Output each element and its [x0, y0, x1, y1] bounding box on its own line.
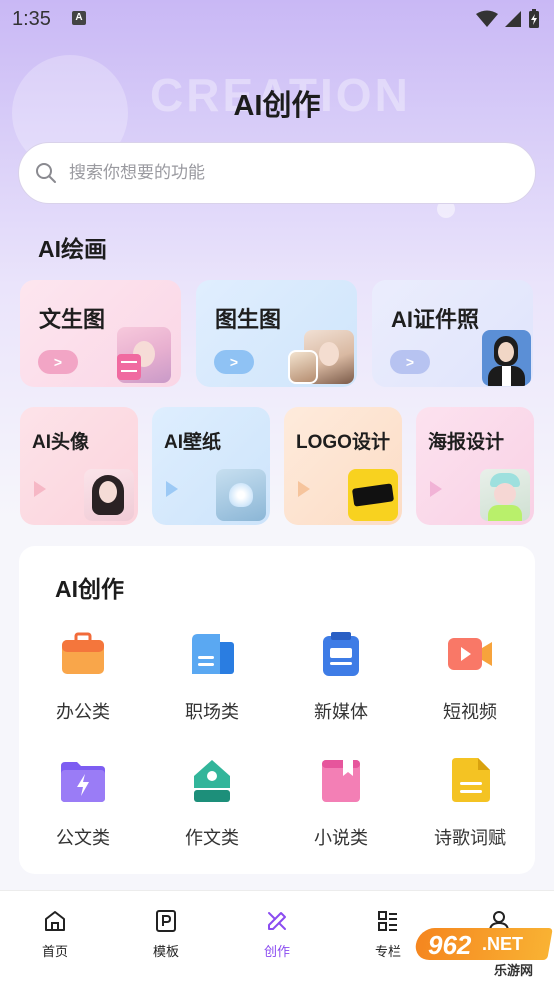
ai-creation-panel: AI创作 办公类 职场类 新媒体 短视频 公文类 作文类 小说类 诗歌词赋	[19, 546, 535, 874]
logo-subtitle: 乐游网	[494, 963, 534, 978]
search-input[interactable]	[69, 163, 469, 183]
card-text-to-image[interactable]: 文生图 >	[20, 280, 181, 387]
creation-item-novel[interactable]: 小说类	[286, 756, 396, 850]
card-image-to-image[interactable]: 图生图 >	[196, 280, 357, 387]
play-icon	[34, 481, 46, 497]
creation-item-essay[interactable]: 作文类	[157, 756, 267, 850]
status-icons	[476, 9, 540, 29]
folder-bolt-icon	[59, 756, 107, 804]
poster-thumbnail	[480, 469, 530, 521]
card-label: 图生图	[215, 307, 282, 332]
creation-item-official-document[interactable]: 公文类	[28, 756, 138, 850]
column-icon	[378, 911, 397, 931]
play-icon	[166, 481, 178, 497]
arrow-icon: >	[214, 350, 254, 374]
play-icon	[430, 481, 442, 497]
creation-item-label: 短视频	[443, 702, 497, 722]
play-icon	[298, 481, 310, 497]
wallpaper-thumbnail	[216, 469, 266, 521]
home-icon	[45, 911, 65, 931]
pen-nib-icon	[188, 756, 236, 804]
ai-drawing-title: AI绘画	[38, 236, 107, 262]
page-title: AI创作	[233, 90, 321, 122]
briefcase-icon	[59, 630, 107, 678]
creation-item-label: 公文类	[56, 828, 110, 848]
creation-item-poetry[interactable]: 诗歌词赋	[415, 756, 525, 850]
card-label: 文生图	[39, 307, 106, 332]
id-photo-thumbnail	[482, 330, 531, 386]
search-icon	[36, 163, 56, 183]
card-poster-design[interactable]: 海报设计	[416, 407, 534, 525]
avatar-thumbnail	[84, 469, 134, 521]
wifi-icon	[476, 10, 498, 27]
creation-item-workplace[interactable]: 职场类	[157, 630, 267, 724]
card-label: AI壁纸	[164, 432, 222, 453]
document-icon	[117, 354, 141, 380]
video-camera-icon	[446, 630, 494, 678]
battery-icon	[529, 9, 539, 28]
nav-item-creation[interactable]: 创作	[247, 909, 307, 960]
card-id-photo[interactable]: AI证件照 >	[372, 280, 533, 387]
creation-item-short-video[interactable]: 短视频	[415, 630, 525, 724]
nav-label: 首页	[41, 944, 68, 959]
card-label: LOGO设计	[296, 432, 390, 453]
ai-creation-title: AI创作	[55, 576, 124, 602]
creation-item-label: 办公类	[56, 702, 110, 722]
creation-icon	[268, 912, 286, 930]
arrow-icon: >	[38, 350, 78, 374]
status-time: 1:35	[12, 8, 51, 30]
nav-label: 模板	[152, 944, 179, 959]
arrow-icon: >	[390, 350, 430, 374]
book-icon	[317, 756, 365, 804]
card-label: 海报设计	[428, 432, 505, 453]
status-bar: 1:35 A	[0, 0, 554, 38]
creation-item-label: 小说类	[314, 828, 368, 848]
logo-suffix: .NET	[482, 934, 524, 954]
notification-badge: A	[72, 11, 86, 25]
building-icon	[188, 630, 236, 678]
creation-item-label: 诗歌词赋	[434, 828, 506, 848]
creation-item-office[interactable]: 办公类	[28, 630, 138, 724]
template-icon	[156, 910, 176, 932]
nav-item-template[interactable]: 模板	[136, 909, 196, 960]
portrait-thumbnail-small	[288, 350, 318, 384]
signal-icon	[505, 11, 521, 27]
clipboard-icon	[317, 630, 365, 678]
logo-thumbnail	[348, 469, 398, 521]
creation-item-label: 职场类	[185, 702, 239, 722]
creation-item-new-media[interactable]: 新媒体	[286, 630, 396, 724]
logo-number: 962	[428, 930, 472, 960]
card-ai-wallpaper[interactable]: AI壁纸	[152, 407, 270, 525]
creation-item-label: 作文类	[185, 828, 239, 848]
creation-item-label: 新媒体	[314, 702, 368, 722]
card-label: AI证件照	[391, 307, 480, 332]
document-icon	[446, 756, 494, 804]
card-label: AI头像	[32, 432, 90, 453]
nav-label: 创作	[263, 944, 290, 959]
nav-label: 专栏	[374, 944, 401, 959]
nav-item-home[interactable]: 首页	[25, 909, 85, 960]
search-bar[interactable]	[18, 142, 536, 204]
nav-item-column[interactable]: 专栏	[358, 909, 418, 960]
card-ai-avatar[interactable]: AI头像	[20, 407, 138, 525]
card-logo-design[interactable]: LOGO设计	[284, 407, 402, 525]
site-watermark-logo: 962 .NET 乐游网	[413, 928, 553, 978]
